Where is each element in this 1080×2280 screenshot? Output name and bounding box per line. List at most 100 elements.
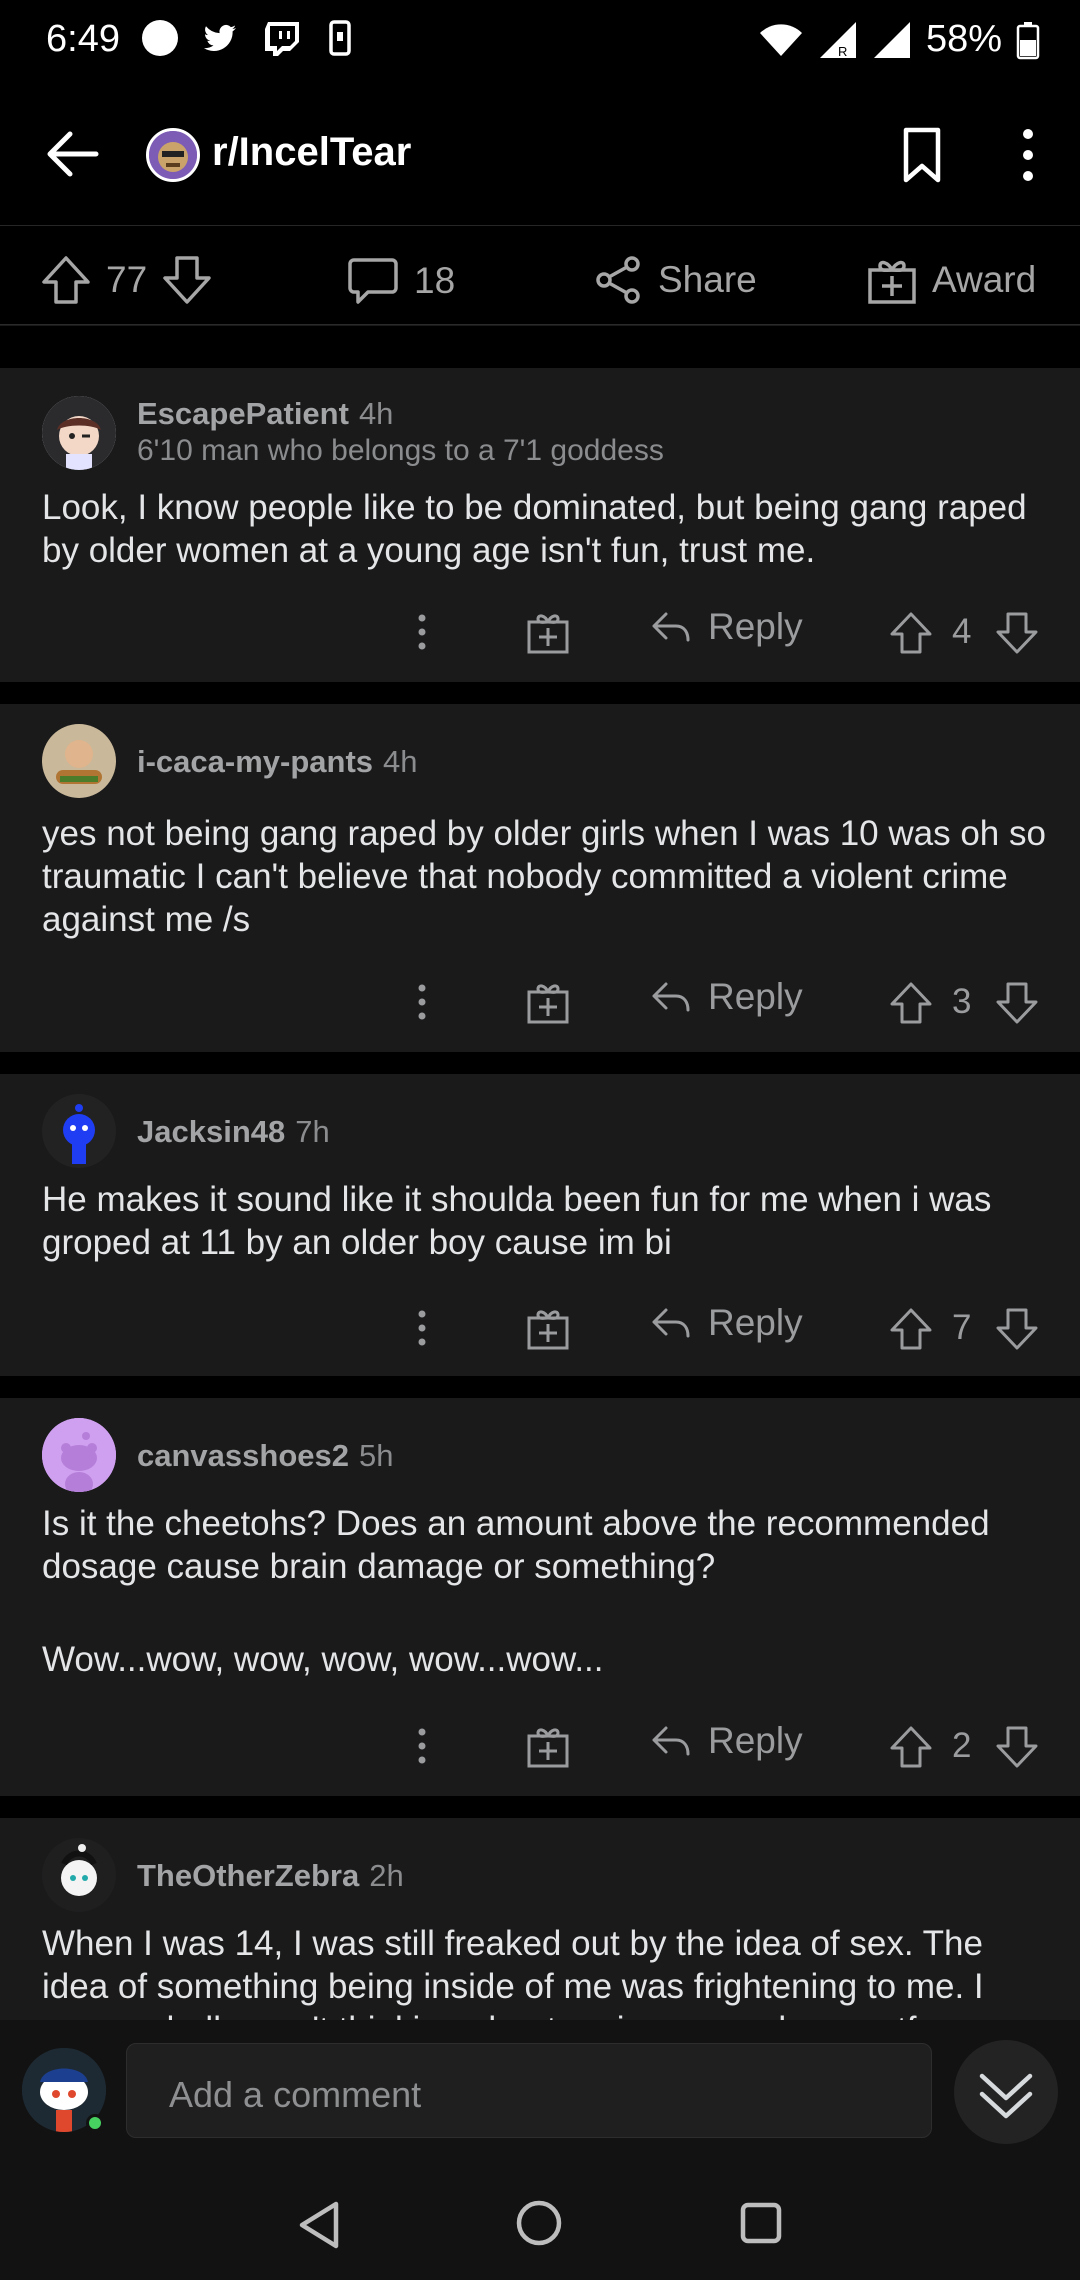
comment-body: Look, I know people like to be dominated… (42, 488, 1027, 570)
signal-r-icon: R (819, 21, 856, 59)
subreddit-name[interactable]: r/IncelTear (212, 130, 411, 175)
more-options-icon[interactable] (1010, 126, 1046, 184)
reply-arrow-icon (652, 612, 690, 642)
subreddit-avatar[interactable] (146, 128, 200, 182)
downvote-icon[interactable] (994, 980, 1040, 1026)
gift-award-icon[interactable] (526, 1306, 570, 1354)
comment-author-name[interactable]: i-caca-my-pants (137, 744, 373, 779)
comments-count-button[interactable]: 18 (346, 254, 455, 308)
notification-icons (140, 18, 360, 58)
upvote-icon[interactable] (888, 1724, 934, 1770)
comment-more-icon[interactable] (404, 980, 440, 1028)
reply-label: Reply (708, 606, 803, 647)
comment-more-icon[interactable] (404, 610, 440, 658)
add-comment-input[interactable]: Add a comment (126, 2043, 932, 2138)
comment-age: 4h (383, 744, 418, 779)
comment-score: 7 (952, 1308, 972, 1347)
downvote-icon[interactable] (994, 1724, 1040, 1770)
comment-card: TheOtherZebra 2h When I was 14, I was sti… (0, 1818, 1080, 2020)
nav-back-icon[interactable] (296, 2200, 344, 2250)
comment-body: Is it the cheetohs? Does an amount above… (42, 1504, 990, 1586)
comment-divider (0, 1796, 1080, 1818)
nav-home-icon[interactable] (514, 2198, 564, 2248)
wifi-icon (759, 23, 802, 56)
vote-group: 77 (40, 254, 213, 306)
comment-author-name[interactable]: canvasshoes2 (137, 1438, 349, 1473)
battery-percent: 58% (925, 18, 1002, 60)
award-button[interactable]: Award (866, 254, 1036, 306)
reply-arrow-icon (652, 1726, 690, 1756)
downvote-icon[interactable] (994, 610, 1040, 656)
user-avatar[interactable] (42, 1838, 116, 1912)
collapse-comments-button[interactable] (954, 2040, 1058, 2144)
reply-button[interactable]: Reply (650, 606, 803, 648)
comment-more-icon[interactable] (404, 1306, 440, 1354)
reply-button[interactable]: Reply (650, 1302, 803, 1344)
upvote-icon[interactable] (40, 254, 92, 306)
user-avatar[interactable] (42, 1418, 116, 1492)
reply-label: Reply (708, 976, 803, 1017)
comment-divider (0, 682, 1080, 704)
comment-actions: Reply 3 (0, 976, 1080, 1036)
comment-score: 3 (952, 982, 972, 1021)
downvote-icon[interactable] (994, 1306, 1040, 1352)
gift-award-icon (868, 260, 916, 304)
nav-recents-icon[interactable] (738, 2200, 784, 2246)
user-avatar[interactable] (42, 1094, 116, 1168)
gift-award-icon[interactable] (526, 610, 570, 658)
comment-author[interactable]: Jacksin48 7h (137, 1114, 330, 1150)
share-label: Share (658, 259, 757, 300)
signal-icon (873, 21, 910, 58)
comment-author-name[interactable]: TheOtherZebra (137, 1858, 359, 1893)
comment-card: Jacksin48 7h He makes it sound like it sh… (0, 1074, 1080, 1376)
circle-notification-icon (142, 20, 178, 56)
battery-icon (1016, 21, 1040, 59)
award-label: Award (932, 259, 1037, 300)
comment-author[interactable]: EscapePatient 4h (137, 396, 393, 432)
comment-author-name[interactable]: Jacksin48 (137, 1114, 285, 1149)
reply-label: Reply (708, 1720, 803, 1761)
comment-author[interactable]: canvasshoes2 5h (137, 1438, 393, 1474)
post-score: 77 (106, 259, 148, 300)
reply-arrow-icon (652, 982, 690, 1012)
upvote-icon[interactable] (888, 610, 934, 656)
user-avatar[interactable] (42, 724, 116, 798)
comment-score: 4 (952, 612, 972, 651)
comment-composer: Add a comment (0, 2020, 1080, 2170)
share-icon (596, 256, 640, 304)
comment-more-icon[interactable] (404, 1724, 440, 1772)
upvote-icon[interactable] (888, 980, 934, 1026)
phone-icon (329, 20, 351, 56)
reply-label: Reply (708, 1302, 803, 1343)
status-right: R 58% (758, 18, 1040, 61)
comment-actions: Reply 2 (0, 1720, 1080, 1780)
comment-age: 7h (295, 1114, 330, 1149)
comment-body: He makes it sound like it shoulda been f… (42, 1180, 992, 1262)
comment-divider (0, 1376, 1080, 1398)
comment-body: yes not being gang raped by older girls … (42, 814, 1046, 939)
gift-award-icon[interactable] (526, 980, 570, 1028)
comment-age: 4h (358, 396, 394, 431)
comment-age: 5h (358, 1438, 394, 1473)
downvote-icon[interactable] (161, 254, 213, 306)
bookmark-icon[interactable] (898, 126, 946, 184)
comment-author[interactable]: i-caca-my-pants 4h (137, 744, 418, 780)
share-button[interactable]: Share (592, 254, 757, 306)
back-arrow-icon[interactable] (40, 122, 104, 186)
comment-body: When I was 14, I was still freaked out b… (42, 1924, 984, 2020)
reply-button[interactable]: Reply (650, 1720, 803, 1762)
status-bar: 6:49 R 58% (0, 0, 1080, 80)
user-flair: 6'10 man who belongs to a 7'1 goddess (137, 434, 664, 467)
comment-author[interactable]: TheOtherZebra 2h (137, 1858, 404, 1894)
comment-card: i-caca-my-pants 4h yes not being gang rap… (0, 704, 1080, 1052)
comment-divider (0, 1052, 1080, 1074)
comment-author-name[interactable]: EscapePatient (137, 396, 349, 431)
post-actions-bar: 77 18 Share Award (0, 225, 1080, 325)
twitter-icon (203, 24, 236, 51)
svg-text:R: R (838, 44, 847, 59)
gift-award-icon[interactable] (526, 1724, 570, 1772)
user-avatar[interactable] (42, 396, 116, 470)
reply-button[interactable]: Reply (650, 976, 803, 1018)
upvote-icon[interactable] (888, 1306, 934, 1352)
add-comment-placeholder: Add a comment (169, 2074, 422, 2115)
